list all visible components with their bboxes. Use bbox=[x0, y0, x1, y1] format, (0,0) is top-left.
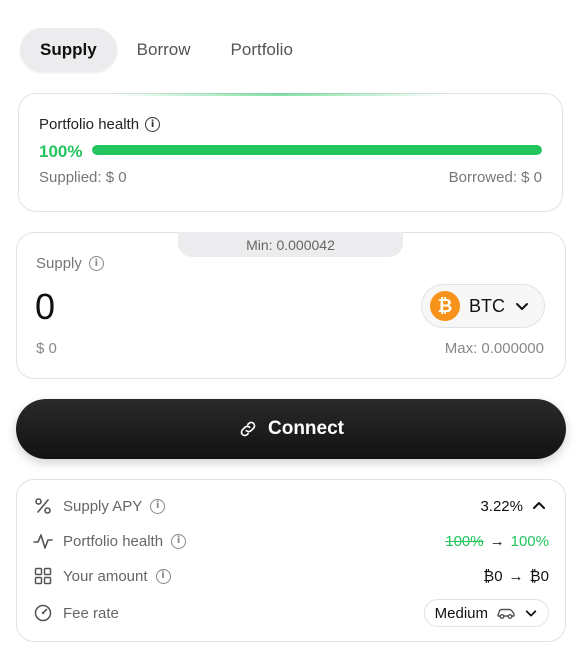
arrow-right-icon: → bbox=[508, 567, 524, 585]
fee-rate-value: Medium bbox=[434, 604, 488, 622]
portfolio-health-row-label: Portfolio health bbox=[63, 532, 164, 550]
info-icon[interactable]: i bbox=[150, 498, 166, 514]
arrow-right-icon: → bbox=[489, 532, 505, 550]
fee-row-label-wrap: Fee rate bbox=[63, 605, 119, 622]
usd-value: $ 0 bbox=[36, 340, 57, 357]
connect-button-label: Connect bbox=[268, 418, 344, 439]
portfolio-health-label: Portfolio health bbox=[39, 116, 140, 133]
token-name: BTC bbox=[469, 295, 505, 316]
supply-apy-label: Supply APY bbox=[63, 497, 143, 515]
details-card: Supply APY i 3.22% Portfolio health i 10… bbox=[16, 479, 566, 642]
borrowed-value: Borrowed: $ 0 bbox=[448, 169, 542, 186]
tab-supply[interactable]: Supply bbox=[20, 28, 117, 72]
link-icon bbox=[240, 421, 256, 437]
info-icon[interactable]: i bbox=[145, 117, 161, 132]
tab-portfolio[interactable]: Portfolio bbox=[211, 28, 313, 72]
health-glow-line bbox=[109, 93, 449, 96]
amount-row-right: ₿0 → ₿0 bbox=[483, 568, 549, 585]
supply-apy-value: 3.22% bbox=[480, 497, 523, 515]
amount-row-label-wrap: Your amount i bbox=[63, 568, 171, 585]
health-from-value: 100% bbox=[445, 532, 484, 550]
info-icon[interactable]: i bbox=[171, 533, 187, 549]
fee-rate-row: Fee rate Medium bbox=[33, 599, 549, 627]
health-to-value: 100% bbox=[510, 532, 549, 550]
connect-button[interactable]: Connect bbox=[16, 399, 566, 459]
info-icon[interactable]: i bbox=[155, 568, 171, 584]
token-selector[interactable]: ₿ BTC bbox=[421, 284, 545, 328]
fee-rate-label: Fee rate bbox=[63, 604, 119, 622]
connect-button-wrapper: Connect bbox=[16, 399, 566, 459]
info-icon[interactable]: i bbox=[88, 256, 104, 271]
health-row-right: 100% → 100% bbox=[445, 533, 549, 550]
supplied-value: Supplied: $ 0 bbox=[39, 169, 127, 186]
supply-apy-row[interactable]: Supply APY i 3.22% bbox=[33, 494, 549, 518]
health-percent: 100% bbox=[39, 142, 83, 161]
tab-bar: Supply Borrow Portfolio bbox=[20, 28, 313, 72]
chevron-down-icon bbox=[525, 610, 537, 617]
portfolio-health-title: Portfolio health i bbox=[39, 116, 161, 133]
amount-from-value: ₿0 bbox=[483, 567, 503, 585]
max-value[interactable]: Max: 0.000000 bbox=[445, 340, 544, 357]
health-progress-bar bbox=[92, 145, 542, 155]
grid-icon bbox=[33, 566, 53, 586]
supply-label: Supply i bbox=[36, 255, 104, 272]
pulse-icon bbox=[33, 531, 53, 551]
chevron-up-icon[interactable] bbox=[529, 498, 549, 514]
supply-amount-input[interactable] bbox=[35, 285, 295, 329]
supply-label-text: Supply bbox=[36, 255, 82, 272]
min-amount-label: Min: 0.000042 bbox=[178, 232, 403, 257]
amount-to-value: ₿0 bbox=[529, 567, 549, 585]
your-amount-row: Your amount i ₿0 → ₿0 bbox=[33, 564, 549, 588]
percent-icon bbox=[33, 496, 53, 516]
health-progress-fill bbox=[92, 145, 542, 155]
health-row-label-wrap: Portfolio health i bbox=[63, 532, 187, 550]
gauge-icon bbox=[33, 603, 53, 623]
fee-rate-selector[interactable]: Medium bbox=[423, 599, 549, 627]
supply-apy-right: 3.22% bbox=[480, 498, 549, 515]
portfolio-health-row: Portfolio health i 100% → 100% bbox=[33, 529, 549, 553]
car-icon bbox=[497, 608, 515, 619]
supply-apy-label-wrap: Supply APY i bbox=[63, 497, 166, 515]
portfolio-health-card: Portfolio health i 100% Supplied: $ 0 Bo… bbox=[18, 93, 563, 212]
your-amount-label: Your amount bbox=[63, 567, 148, 585]
tab-borrow[interactable]: Borrow bbox=[117, 28, 211, 72]
bitcoin-icon: ₿ bbox=[430, 291, 460, 321]
chevron-down-icon bbox=[516, 303, 528, 310]
